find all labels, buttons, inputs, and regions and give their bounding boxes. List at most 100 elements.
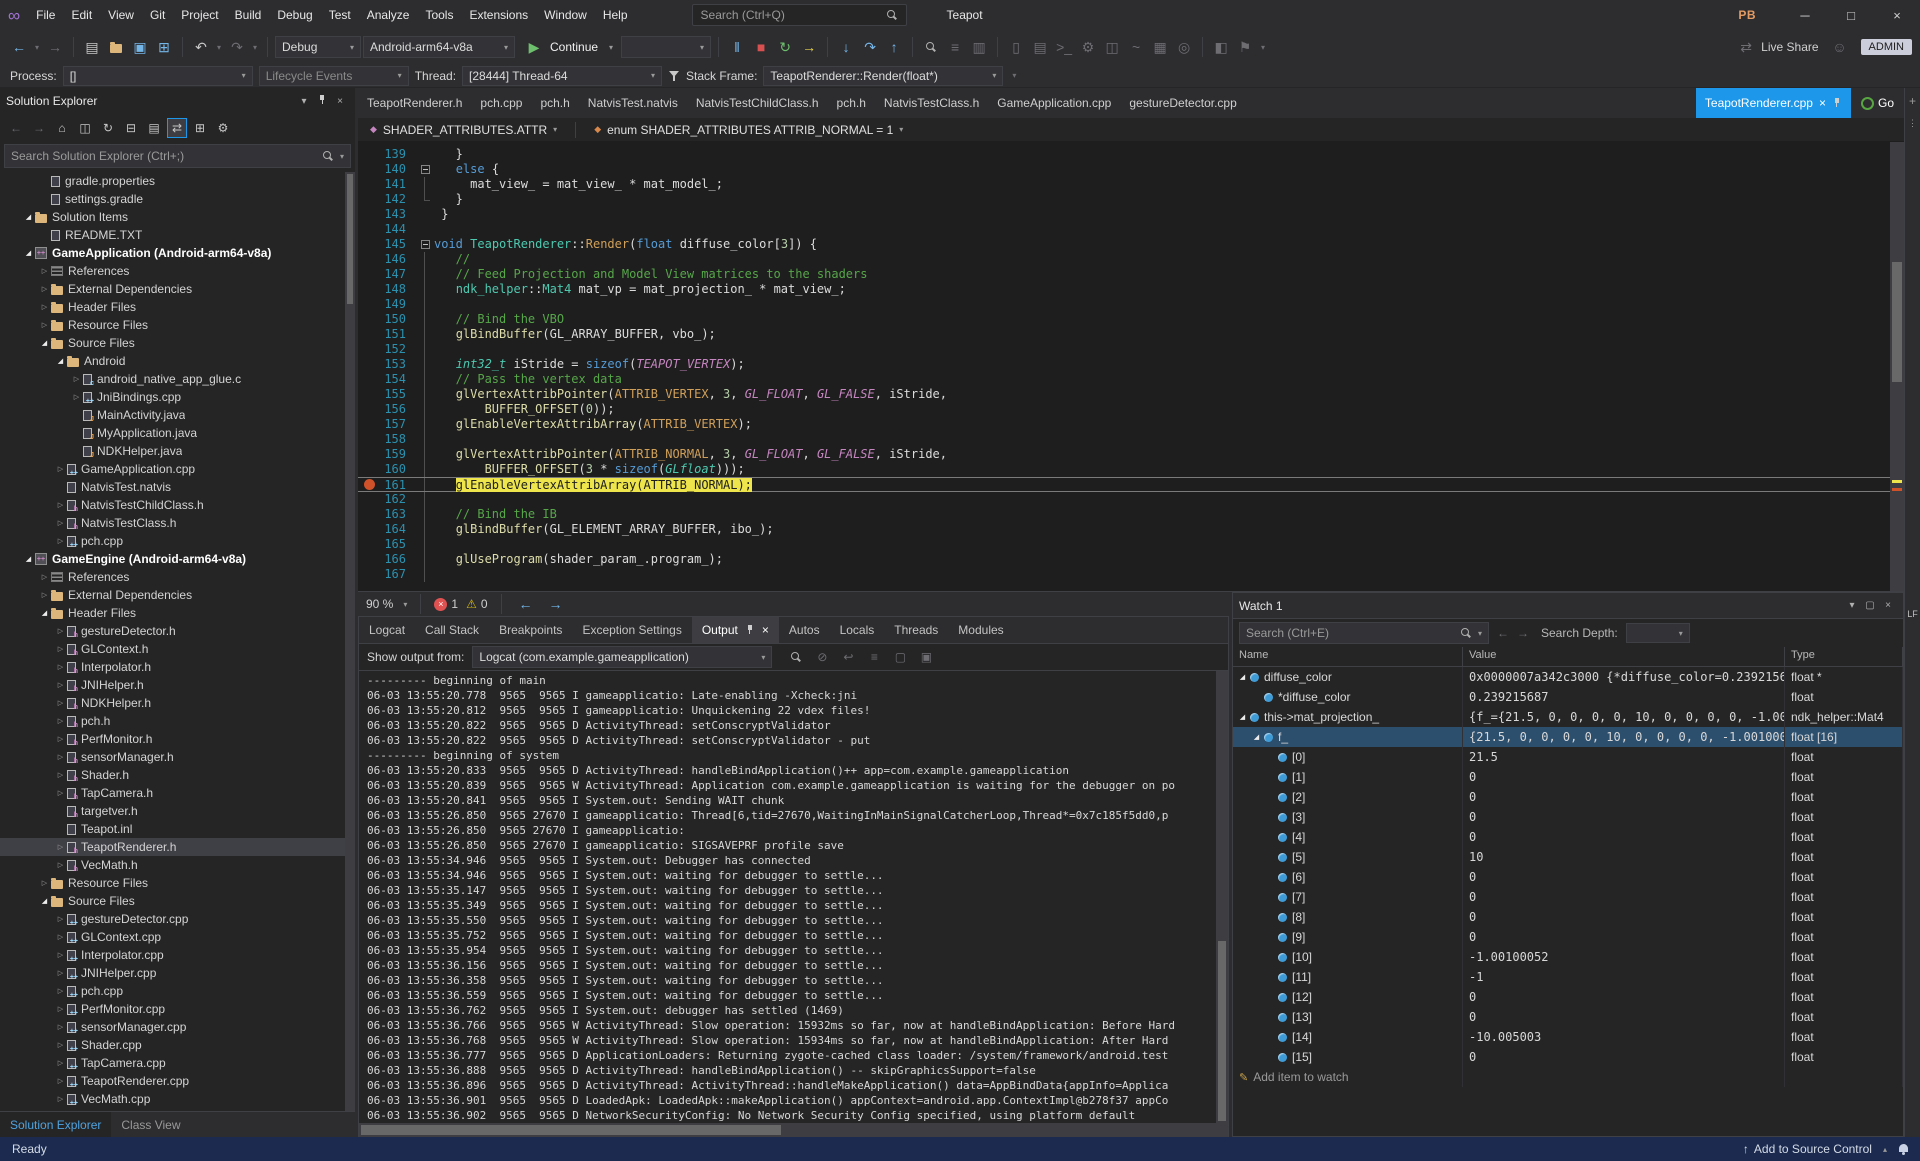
glyph-margin[interactable] [358,162,380,177]
watch-row-9[interactable]: [9] 0 float [1233,927,1903,947]
continue-button[interactable]: ▶ Continue ▾ [517,35,619,59]
column-header-type[interactable]: Type [1785,647,1903,666]
tree-item-source-files[interactable]: ◢ Source Files [0,334,355,352]
close-tab-icon[interactable]: × [1819,96,1826,110]
properties-icon[interactable]: ⚙ [213,118,233,138]
tree-item-myapplication-java[interactable]: MyApplication.java [0,424,355,442]
glyph-margin[interactable] [358,267,380,282]
tree-item-perfmonitor-cpp[interactable]: ▷ PerfMonitor.cpp [0,1000,355,1018]
editor-tab-teapotrenderer-h[interactable]: TeapotRenderer.h [358,88,471,118]
expander-arrow[interactable]: ▷ [38,303,51,311]
tree-item-mainactivity-java[interactable]: MainActivity.java [0,406,355,424]
code-line-164[interactable]: 164 glBindBuffer(GL_ELEMENT_ARRAY_BUFFER… [358,522,1904,537]
new-folder-icon[interactable]: ⊞ [190,118,210,138]
tree-item-external-dependencies[interactable]: ▷ External Dependencies [0,586,355,604]
send-feedback-icon[interactable]: ☺ [1829,35,1851,59]
code-line-158[interactable]: 158 [358,432,1904,447]
tree-item-glcontext-cpp[interactable]: ▷ GLContext.cpp [0,928,355,946]
watch-search-input[interactable]: Search (Ctrl+E) ▾ [1239,622,1489,644]
menu-window[interactable]: Window [536,0,595,30]
expander-arrow[interactable]: ◢ [22,555,35,563]
expander-arrow[interactable]: ▷ [38,879,51,887]
glyph-margin[interactable] [358,222,380,237]
tool-tab-exception-settings[interactable]: Exception Settings [572,617,691,643]
profiler-icon[interactable]: ~ [1125,35,1147,59]
toolbar-options-caret[interactable]: ▾ [1258,35,1268,59]
tree-item-gradle-properties[interactable]: gradle.properties [0,172,355,190]
expander-arrow[interactable]: ▷ [54,537,67,545]
search-next-icon[interactable]: → [1517,626,1529,640]
tree-item-shader-cpp[interactable]: ▷ Shader.cpp [0,1036,355,1054]
column-header-name[interactable]: Name [1233,647,1463,666]
output-vertical-scrollbar[interactable] [1216,671,1228,1123]
code-line-156[interactable]: 156 BUFFER_OFFSET(0)); [358,402,1904,417]
watch-row-6[interactable]: [6] 0 float [1233,867,1903,887]
editor-tab-natvistest-natvis[interactable]: NatvisTest.natvis [579,88,687,118]
code-line-139[interactable]: 139 } [358,147,1904,162]
expander-arrow[interactable]: ▷ [54,519,67,527]
expander-arrow[interactable]: ▷ [70,375,83,383]
open-file-icon[interactable] [105,35,127,59]
expander-arrow[interactable]: ▷ [70,393,83,401]
menu-file[interactable]: File [28,0,63,30]
code-line-153[interactable]: 153 int32_t iStride = sizeof(TEAPOT_VERT… [358,357,1904,372]
tool-tab-call-stack[interactable]: Call Stack [415,617,489,643]
find-in-files-icon[interactable] [920,35,942,59]
watch-row-this-mat-projection[interactable]: ◢ this->mat_projection_ {f_={21.5, 0, 0, 0… [1233,707,1903,727]
code-line-154[interactable]: 154 // Pass the vertex data [358,372,1904,387]
glyph-margin[interactable] [358,537,380,552]
debug-location-overflow-icon[interactable]: ▾ [1009,64,1019,88]
live-share-button[interactable]: ⇄ Live Share [1735,35,1818,59]
editor-tab-pch-h[interactable]: pch.h [828,88,875,118]
glyph-margin[interactable] [358,478,380,491]
redo-icon[interactable]: ↷ [226,35,248,59]
home-icon[interactable]: ⌂ [52,118,72,138]
tree-item-jnihelper-h[interactable]: ▷ JNIHelper.h [0,676,355,694]
editor-tab-pch-cpp[interactable]: pch.cpp [471,88,531,118]
panel-tab-class-view[interactable]: Class View [111,1112,190,1137]
tree-item-shader-h[interactable]: ▷ Shader.h [0,766,355,784]
code-line-166[interactable]: 166 glUseProgram(shader_param_.program_)… [358,552,1904,567]
tree-item-natvistestclass-h[interactable]: ▷ NatvisTestClass.h [0,514,355,532]
process-dropdown[interactable]: [] ▾ [62,65,253,86]
pin-tab-icon[interactable] [745,624,755,636]
watch-row-1[interactable]: [1] 0 float [1233,767,1903,787]
menu-view[interactable]: View [100,0,142,30]
search-depth-dropdown[interactable]: ▾ [1625,623,1690,643]
close-panel-icon[interactable]: × [1879,600,1897,611]
code-line-148[interactable]: 148 ndk_helper::Mat4 mat_vp = mat_projec… [358,282,1904,297]
avd-manager-icon[interactable]: ◫ [1101,35,1123,59]
add-panel-icon[interactable]: + [1909,94,1916,108]
expander-arrow[interactable]: ▷ [54,735,67,743]
filter-threads-icon[interactable] [668,70,680,82]
tree-item-settings-gradle[interactable]: settings.gradle [0,190,355,208]
glyph-margin[interactable] [358,447,380,462]
tool-tab-modules[interactable]: Modules [948,617,1013,643]
bookmark-icon[interactable]: ⚑ [1234,35,1256,59]
glyph-margin[interactable] [358,402,380,417]
scrollbar-thumb[interactable] [1892,262,1902,382]
tool-tab-locals[interactable]: Locals [830,617,885,643]
navigate-backward-caret[interactable]: ▾ [32,35,42,59]
tree-item-jnihelper-cpp[interactable]: ▷ JNIHelper.cpp [0,964,355,982]
expander-arrow[interactable]: ▷ [54,645,67,653]
tree-item-android[interactable]: ◢ Android [0,352,355,370]
watch-row-10[interactable]: [10] -1.00100052 float [1233,947,1903,967]
editor-tab-natvistestchildclass-h[interactable]: NatvisTestChildClass.h [687,88,828,118]
tool-tab-autos[interactable]: Autos [779,617,830,643]
tree-item-targetver-h[interactable]: targetver.h [0,802,355,820]
switch-views-icon[interactable]: ◫ [75,118,95,138]
watch-row-4[interactable]: [4] 0 float [1233,827,1903,847]
code-line-159[interactable]: 159 glVertexAttribPointer(ATTRIB_NORMAL,… [358,447,1904,462]
step-over-icon[interactable]: ↷ [859,35,881,59]
code-line-165[interactable]: 165 [358,537,1904,552]
expander-arrow[interactable]: ◢ [22,213,35,221]
dock-output-icon[interactable]: ▣ [916,647,936,667]
search-previous-icon[interactable]: ← [1497,626,1509,640]
expander-arrow[interactable]: ▷ [54,681,67,689]
glyph-margin[interactable] [358,192,380,207]
expander-arrow[interactable]: ▷ [54,969,67,977]
restart-icon[interactable]: ↻ [774,35,796,59]
undo-caret[interactable]: ▾ [214,35,224,59]
debug-target-dropdown[interactable]: ▾ [621,36,712,58]
